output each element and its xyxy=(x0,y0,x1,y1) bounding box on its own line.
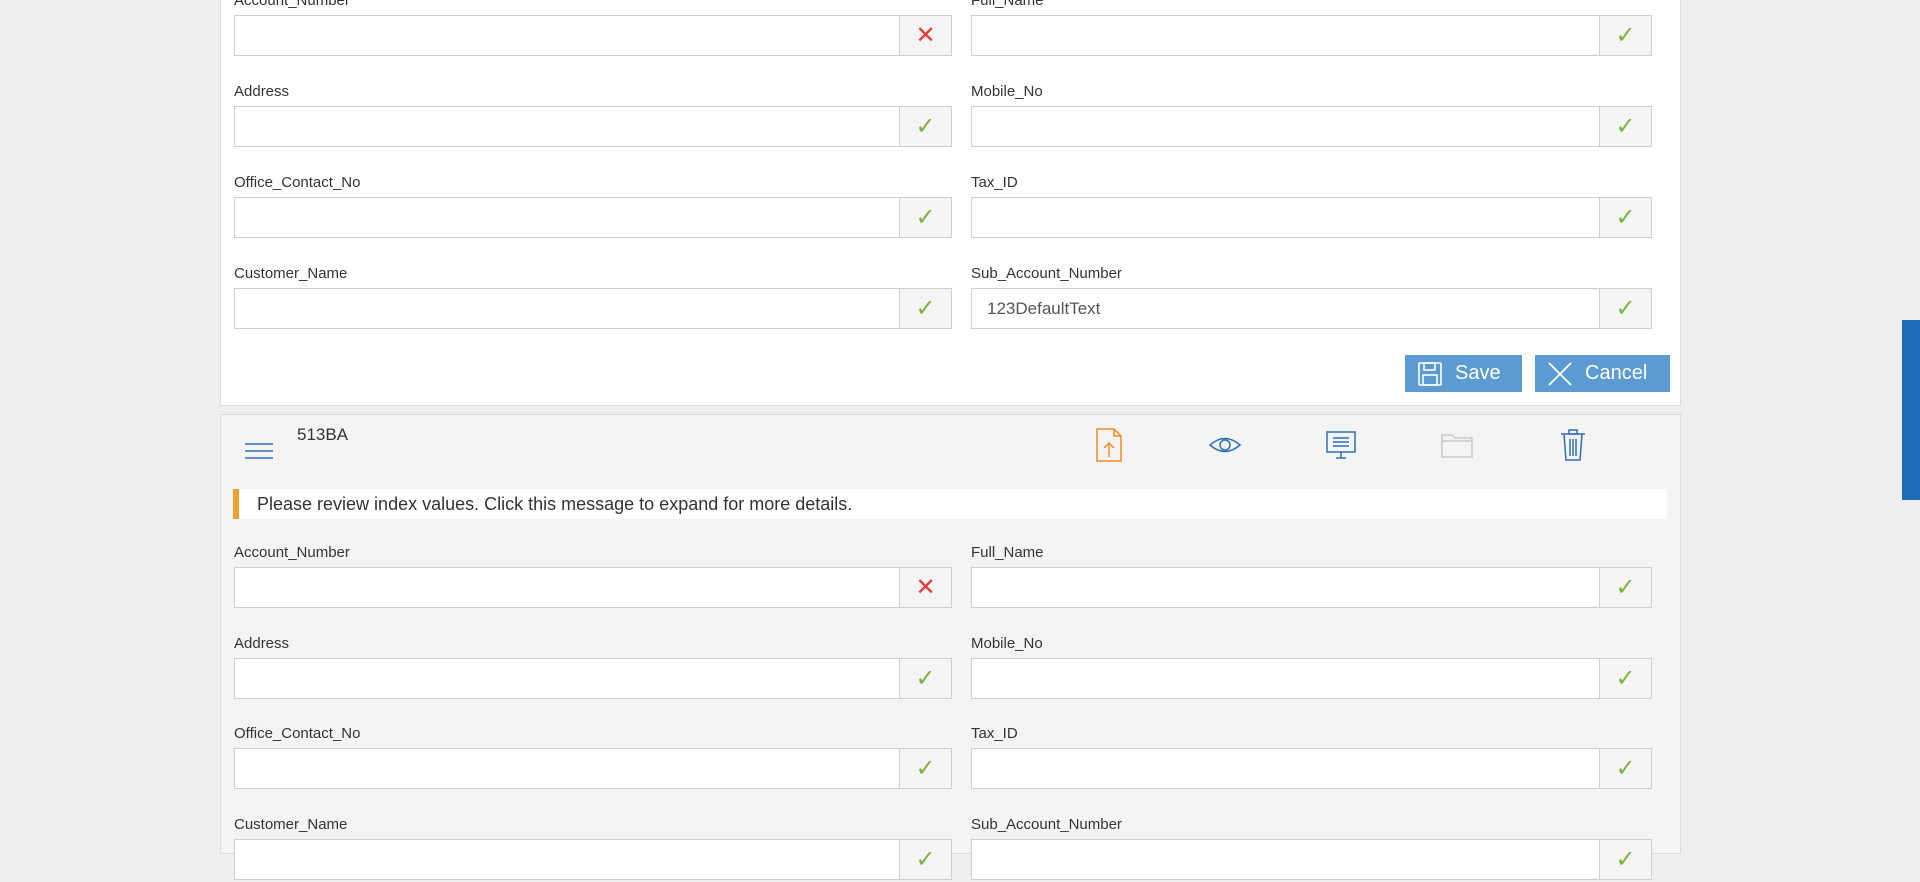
sub-account-number-input[interactable] xyxy=(972,289,1599,328)
field-label: Address xyxy=(234,83,290,100)
field-box: ✕ xyxy=(234,15,952,56)
field-box: ✓ xyxy=(971,748,1652,789)
close-icon xyxy=(1547,361,1573,387)
account-number-input[interactable] xyxy=(235,16,899,55)
document-panel: 513BA Please review index values. Click … xyxy=(220,414,1681,880)
field-label: Customer_Name xyxy=(234,265,348,282)
mobile-no-input[interactable] xyxy=(972,659,1599,698)
check-icon: ✓ xyxy=(899,107,951,146)
field-box: ✓ xyxy=(234,197,952,238)
check-icon: ✓ xyxy=(1599,289,1651,328)
field-label: Customer_Name xyxy=(234,816,348,833)
folder-icon xyxy=(1437,425,1477,465)
check-icon: ✓ xyxy=(899,840,951,879)
customer-name-input[interactable] xyxy=(235,840,899,879)
field-full-name: Full_Name ✓ xyxy=(971,0,1652,58)
trash-icon[interactable] xyxy=(1553,425,1593,465)
field-mobile-no: Mobile_No ✓ xyxy=(971,635,1652,701)
field-label: Mobile_No xyxy=(971,83,1043,100)
address-input[interactable] xyxy=(235,659,899,698)
field-label: Account_Number xyxy=(234,0,350,9)
field-label: Tax_ID xyxy=(971,725,1018,742)
field-account-number: Account_Number ✕ xyxy=(234,0,952,58)
field-tax-id: Tax_ID ✓ xyxy=(971,725,1652,791)
monitor-icon[interactable] xyxy=(1321,425,1361,465)
field-label: Account_Number xyxy=(234,544,350,561)
field-box: ✓ xyxy=(971,15,1652,56)
field-address: Address ✓ xyxy=(234,635,952,701)
field-label: Office_Contact_No xyxy=(234,174,361,191)
sub-account-number-input[interactable] xyxy=(972,840,1599,879)
check-icon: ✓ xyxy=(1599,16,1651,55)
field-box: ✓ xyxy=(234,288,952,329)
page-scrollbar-thumb[interactable] xyxy=(1902,320,1920,500)
check-icon: ✓ xyxy=(1599,568,1651,607)
field-full-name: Full_Name ✓ xyxy=(971,544,1652,610)
check-icon: ✓ xyxy=(899,749,951,788)
full-name-input[interactable] xyxy=(972,568,1599,607)
full-name-input[interactable] xyxy=(972,16,1599,55)
office-contact-no-input[interactable] xyxy=(235,749,899,788)
field-box: ✓ xyxy=(971,839,1652,880)
office-contact-no-input[interactable] xyxy=(235,198,899,237)
check-icon: ✓ xyxy=(1599,840,1651,879)
field-box: ✓ xyxy=(971,106,1652,147)
field-box: ✓ xyxy=(971,567,1652,608)
hamburger-menu-icon[interactable] xyxy=(243,435,275,467)
check-icon: ✓ xyxy=(1599,749,1651,788)
field-sub-account-number: Sub_Account_Number ✓ xyxy=(971,265,1652,331)
mobile-no-input[interactable] xyxy=(972,107,1599,146)
check-icon: ✓ xyxy=(899,198,951,237)
check-icon: ✓ xyxy=(1599,107,1651,146)
save-button[interactable]: Save xyxy=(1405,355,1522,392)
field-box: ✓ xyxy=(971,288,1652,329)
field-box: ✓ xyxy=(234,839,952,880)
check-icon: ✓ xyxy=(899,289,951,328)
field-label: Tax_ID xyxy=(971,174,1018,191)
field-box: ✓ xyxy=(234,748,952,789)
account-number-input[interactable] xyxy=(235,568,899,607)
field-box: ✓ xyxy=(234,106,952,147)
close-icon: ✕ xyxy=(899,568,951,607)
field-label: Sub_Account_Number xyxy=(971,816,1122,833)
field-customer-name: Customer_Name ✓ xyxy=(234,265,952,331)
cancel-button[interactable]: Cancel xyxy=(1535,355,1670,392)
field-label: Sub_Account_Number xyxy=(971,265,1122,282)
tax-id-input[interactable] xyxy=(972,749,1599,788)
field-box: ✓ xyxy=(971,197,1652,238)
field-label: Address xyxy=(234,635,290,652)
upload-file-icon[interactable] xyxy=(1089,425,1129,465)
field-label: Full_Name xyxy=(971,544,1044,561)
close-icon: ✕ xyxy=(899,16,951,55)
check-icon: ✓ xyxy=(899,659,951,698)
floppy-disk-icon xyxy=(1417,361,1443,387)
tax-id-input[interactable] xyxy=(972,198,1599,237)
field-box: ✓ xyxy=(971,658,1652,699)
field-customer-name: Customer_Name ✓ xyxy=(234,816,952,882)
review-message[interactable]: Please review index values. Click this m… xyxy=(233,489,1667,519)
cancel-label: Cancel xyxy=(1585,362,1648,384)
field-label: Mobile_No xyxy=(971,635,1043,652)
eye-icon[interactable] xyxy=(1205,425,1245,465)
field-label: Office_Contact_No xyxy=(234,725,361,742)
index-form-panel: Account_Number ✕ Full_Name ✓ Address ✓ M… xyxy=(220,0,1681,406)
document-title: 513BA xyxy=(297,425,349,444)
field-office-contact-no: Office_Contact_No ✓ xyxy=(234,725,952,791)
save-label: Save xyxy=(1455,362,1501,384)
address-input[interactable] xyxy=(235,107,899,146)
field-office-contact-no: Office_Contact_No ✓ xyxy=(234,174,952,240)
field-label: Full_Name xyxy=(971,0,1044,9)
field-box: ✓ xyxy=(234,658,952,699)
field-box: ✕ xyxy=(234,567,952,608)
check-icon: ✓ xyxy=(1599,198,1651,237)
field-account-number: Account_Number ✕ xyxy=(234,544,952,610)
field-sub-account-number: Sub_Account_Number ✓ xyxy=(971,816,1652,882)
field-address: Address ✓ xyxy=(234,83,952,149)
field-tax-id: Tax_ID ✓ xyxy=(971,174,1652,240)
field-mobile-no: Mobile_No ✓ xyxy=(971,83,1652,149)
check-icon: ✓ xyxy=(1599,659,1651,698)
customer-name-input[interactable] xyxy=(235,289,899,328)
